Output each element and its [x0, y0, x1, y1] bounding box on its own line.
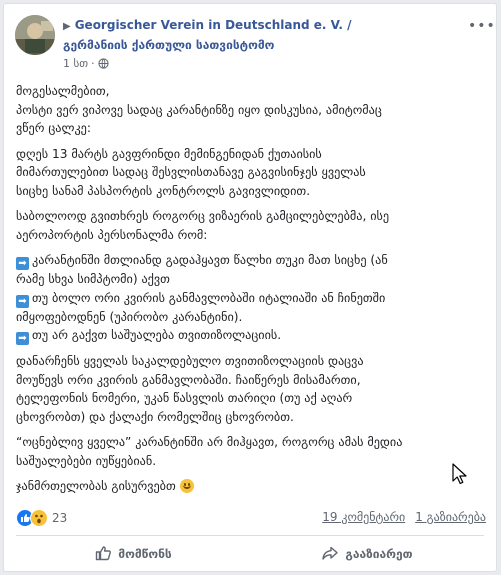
post-body: მოგესალმებით, პოსტი ვერ ვიპოვე სადაც კარა…: [16, 82, 484, 503]
group-name-link[interactable]: გერმანიის ქართული სათვისტომო: [63, 37, 274, 53]
share-label: გააზიარეთ: [345, 547, 413, 561]
post-line: ➡ თუ არ გაქვთ საშუალება თვითიზოლაციის.: [16, 326, 484, 345]
post-text: პოსტი ვერ ვიპოვე სადაც კარანტინზე იყო დი…: [16, 102, 382, 117]
post-line: ვწერ ცალკე:: [16, 119, 484, 138]
mouse-cursor-icon: [452, 463, 468, 489]
post-time[interactable]: 1 სთ: [63, 57, 88, 70]
post-line: დღეს 13 მარტს გავფრინდი მემინგენიდან ქუთ…: [16, 145, 484, 164]
share-button[interactable]: გააზიარეთ: [250, 540, 484, 568]
like-label: მომწონს: [118, 547, 172, 561]
post-text: მოგესალმებით,: [16, 84, 110, 98]
globe-icon: [97, 58, 109, 73]
post-text: სიცხე სანამ პასპორტის კონტროლს გავივლიდი…: [16, 183, 311, 198]
post-line: სიცხე სანამ პასპორტის კონტროლს გავივლიდი…: [16, 182, 484, 201]
post-line: “ოცნებლივ ყველა” კარანტინში არ მიჰყავთ, …: [16, 433, 484, 452]
post-text: ვწერ ცალკე:: [16, 121, 91, 135]
post-paragraph: ჯანმრთელობას გისურვებთ: [16, 477, 484, 496]
post-text: კარანტინში მთლიანდ გადაჰყავთ წალხი თუკი …: [32, 253, 388, 267]
post-text: ცხოვრობთ) და ქალაქი რომელშიც ცხოვრობთ.: [16, 409, 294, 424]
post-line: ჯანმრთელობას გისურვებთ: [16, 477, 484, 496]
triangle-right-icon: ▶: [63, 21, 71, 32]
post-line: პოსტი ვერ ვიპოვე სადაც კარანტინზე იყო დი…: [16, 101, 484, 120]
wow-reaction-icon: [30, 508, 48, 527]
post-paragraph: “ოცნებლივ ყველა” კარანტინში არ მიჰყავთ, …: [16, 433, 484, 470]
post-text: დღეს 13 მარტს გავფრინდი მემინგენიდან ქუთ…: [16, 146, 322, 161]
comments-count-link[interactable]: 19 კომენტარი: [322, 510, 405, 524]
post-paragraph: ➡ კარანტინში მთლიანდ გადაჰყავთ წალხი თუკი…: [16, 251, 484, 345]
post-paragraph: საბოლოოდ გვითხრეს როგორც ვიზაერის გამცილ…: [16, 207, 484, 244]
avatar[interactable]: [15, 15, 55, 55]
share-icon: [321, 544, 345, 565]
post-line: მოგესალმებით,: [16, 82, 484, 101]
right-arrow-emoji-icon: ➡: [16, 294, 29, 308]
post-text: საბოლოოდ გვითხრეს როგორც ვიზაერის გამცილ…: [16, 209, 390, 223]
post-line: ➡ თუ ბოლო ორი კვირის განმავლობაში იტალიაშ…: [16, 289, 484, 308]
post-line: საბოლოოდ გვითხრეს როგორც ვიზაერის გამცილ…: [16, 207, 484, 226]
post-text: მოუწევს ორი კვირის განმავლობაში. ჩაიწერე…: [16, 372, 361, 387]
post-text: რამე სხვა სიმპტომი) აქვთ: [16, 272, 170, 286]
right-arrow-emoji-icon: ➡: [16, 257, 29, 270]
more-options-button[interactable]: •••: [468, 19, 495, 33]
meta-separator: ·: [91, 57, 95, 70]
stat-links: 19 კომენტარი 1 გაზიარება: [312, 507, 486, 527]
post-line: საშუალებები იუწყებიან.: [16, 452, 484, 471]
post-line: მიმართულებით სადაც შესვლისთანავე გაგვისი…: [16, 163, 484, 182]
reactions-summary[interactable]: 23: [16, 507, 67, 528]
post-header: ▶ Georgischer Verein in Deutschland e. V.…: [15, 15, 495, 75]
post-text: მიმართულებით სადაც შესვლისთანავე გაგვისი…: [16, 165, 366, 179]
post-meta: 1 სთ ·: [63, 57, 109, 73]
post-line: მოუწევს ორი კვირის განმავლობაში. ჩაიწერე…: [16, 371, 484, 390]
shares-count-link[interactable]: 1 გაზიარება: [415, 510, 486, 524]
post-paragraph: მოგესალმებით, პოსტი ვერ ვიპოვე სადაც კარა…: [16, 82, 484, 138]
actions-divider: [16, 535, 484, 536]
post-text: საშუალებები იუწყებიან.: [16, 453, 157, 468]
post-text: ტელეფონის ნომერი, უკან წასვლის თარიღი (თ…: [16, 391, 353, 405]
post-text: დანარჩენს ყველას საკალდებულო თვითიზოლაცი…: [16, 354, 364, 368]
page-name-line: ▶ Georgischer Verein in Deutschland e. V.…: [63, 17, 488, 35]
post-line: ცხოვრობთ) და ქალაქი რომელშიც ცხოვრობთ.: [16, 408, 484, 427]
page-name-link[interactable]: Georgischer Verein in Deutschland e. V. …: [75, 18, 352, 32]
post-text: ჯანმრთელობას გისურვებთ: [16, 479, 180, 493]
post-line: ➡ კარანტინში მთლიანდ გადაჰყავთ წალხი თუკი…: [16, 251, 484, 270]
post-paragraph: დანარჩენს ყველას საკალდებულო თვითიზოლაცი…: [16, 352, 484, 426]
post-line: აეროპორტის პერსონალმა რომ:: [16, 226, 484, 245]
smile-emoji-icon: [179, 479, 194, 493]
thumbs-up-icon: [94, 544, 118, 565]
reaction-count: 23: [52, 510, 68, 525]
post-line: ტელეფონის ნომერი, უკან წასვლის თარიღი (თ…: [16, 389, 484, 408]
post-line: იმყოფებოდნენ (უპირობო კარანტინი).: [16, 308, 484, 327]
post-text: აეროპორტის პერსონალმა რომ:: [16, 227, 208, 242]
post-text: თუ ბოლო ორი კვირის განმავლობაში იტალიაში…: [32, 290, 386, 305]
right-arrow-emoji-icon: ➡: [16, 332, 29, 345]
post-paragraph: დღეს 13 მარტს გავფრინდი მემინგენიდან ქუთ…: [16, 145, 484, 201]
post-line: რამე სხვა სიმპტომი) აქვთ: [16, 270, 484, 289]
post-actions: მომწონს გააზიარეთ: [16, 540, 484, 568]
like-button[interactable]: მომწონს: [16, 540, 250, 568]
ellipsis-icon: •••: [468, 18, 496, 34]
post-text: “ოცნებლივ ყველა” კარანტინში არ მიჰყავთ, …: [16, 435, 403, 449]
post-line: დანარჩენს ყველას საკალდებულო თვითიზოლაცი…: [16, 352, 484, 371]
post-text: თუ არ გაქვთ საშუალება თვითიზოლაციის.: [32, 328, 282, 342]
post-stats: 23 19 კომენტარი 1 გაზიარება: [16, 507, 486, 527]
post-text: იმყოფებოდნენ (უპირობო კარანტინი).: [16, 309, 243, 324]
post-card: ▶ Georgischer Verein in Deutschland e. V.…: [3, 3, 497, 572]
